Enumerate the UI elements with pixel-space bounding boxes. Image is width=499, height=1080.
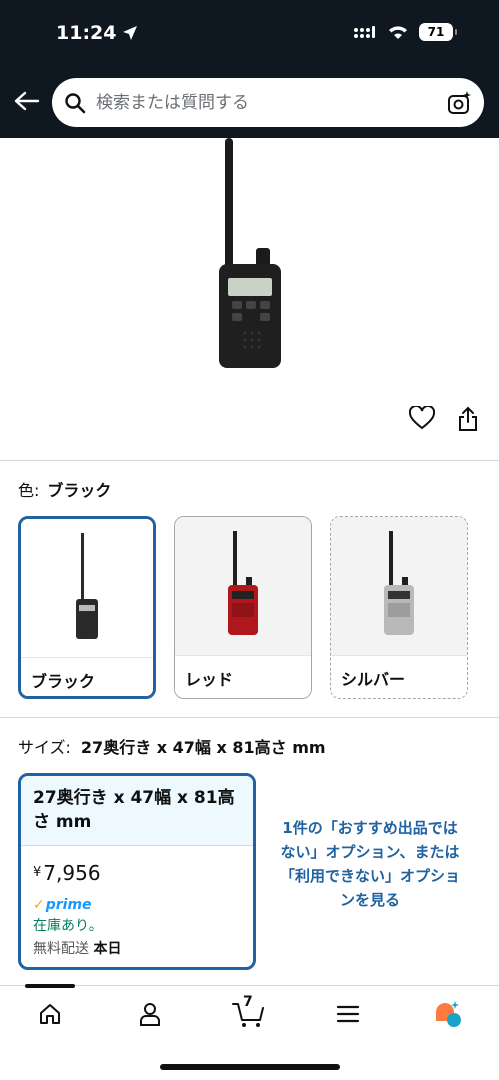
nav-account[interactable] — [130, 998, 170, 1030]
color-label: 色: ブラック — [18, 477, 111, 501]
swatch-label: シルバー — [331, 655, 467, 698]
size-label-text: サイズ: — [18, 738, 71, 757]
clock-text: 11:24 — [56, 22, 117, 44]
product-image-area[interactable] — [0, 138, 499, 460]
product-image — [219, 138, 281, 368]
radio-thumbnail — [228, 531, 258, 635]
divider — [0, 717, 499, 718]
hero-actions — [409, 406, 479, 432]
share-icon[interactable] — [457, 406, 479, 432]
wifi-icon — [389, 26, 407, 39]
color-selected-value: ブラック — [47, 481, 112, 500]
other-options-link[interactable]: 1件の「おすすめ出品ではない」オプション、または「利用できない」オプションを見る — [276, 816, 464, 912]
radio-thumbnail — [76, 533, 98, 639]
prime-badge: ✓prime — [33, 897, 92, 913]
nav-home[interactable] — [30, 998, 70, 1030]
nav-cart[interactable]: 7 — [229, 994, 269, 1030]
swatch-image — [331, 517, 467, 655]
swatch-black[interactable]: ブラック — [18, 516, 156, 699]
location-arrow-icon — [123, 26, 138, 40]
nav-rufus[interactable] — [428, 998, 468, 1030]
signal-icon — [354, 26, 375, 38]
search-input[interactable] — [96, 87, 446, 118]
ai-assistant-icon — [436, 1001, 461, 1027]
shipping-info: 無料配送 本日 — [33, 938, 121, 958]
price: ¥7,956 — [33, 861, 101, 885]
back-arrow-icon — [14, 91, 40, 111]
home-indicator — [160, 1064, 340, 1070]
divider — [0, 460, 499, 461]
swatch-silver[interactable]: シルバー — [330, 516, 468, 699]
size-option-card[interactable]: 27奥行き x 47幅 x 81高さ mm ¥7,956 ✓prime 在庫あり… — [18, 773, 256, 970]
status-time: 11:24 — [56, 22, 138, 44]
active-tab-indicator — [25, 984, 75, 988]
swatch-red[interactable]: レッド — [174, 516, 312, 699]
nav-menu[interactable] — [328, 998, 368, 1030]
hamburger-menu-icon — [336, 1005, 360, 1023]
home-icon — [40, 1004, 60, 1024]
stock-status: 在庫あり。 — [33, 918, 103, 934]
size-selected-value: 27奥行き x 47幅 x 81高さ mm — [80, 738, 326, 757]
swatch-image — [21, 519, 153, 657]
price-value: 7,956 — [43, 861, 101, 885]
size-option-title: 27奥行き x 47幅 x 81高さ mm — [21, 776, 253, 846]
shipping-label: 無料配送 — [33, 941, 89, 957]
swatch-label: レッド — [175, 655, 311, 698]
size-label: サイズ: 27奥行き x 47幅 x 81高さ mm — [18, 734, 326, 758]
heart-icon[interactable] — [409, 406, 435, 430]
color-label-text: 色: — [18, 481, 40, 500]
radio-thumbnail — [384, 531, 414, 635]
battery-level: 71 — [427, 25, 445, 39]
person-icon — [140, 1003, 160, 1026]
back-button[interactable] — [12, 86, 42, 116]
cart-count: 7 — [243, 994, 253, 1010]
camera-lens-icon[interactable] — [446, 90, 472, 116]
battery-icon: 71 — [419, 23, 457, 41]
prime-check-icon: ✓ — [33, 897, 45, 913]
app-header: 11:24 71 — [0, 0, 499, 138]
search-icon — [65, 92, 86, 113]
shipping-day: 本日 — [93, 941, 122, 957]
currency-symbol: ¥ — [33, 865, 42, 880]
status-indicators: 71 — [353, 23, 457, 41]
search-bar[interactable] — [52, 78, 484, 127]
prime-text: prime — [45, 897, 92, 913]
swatch-image — [175, 517, 311, 655]
swatch-label: ブラック — [21, 657, 153, 696]
